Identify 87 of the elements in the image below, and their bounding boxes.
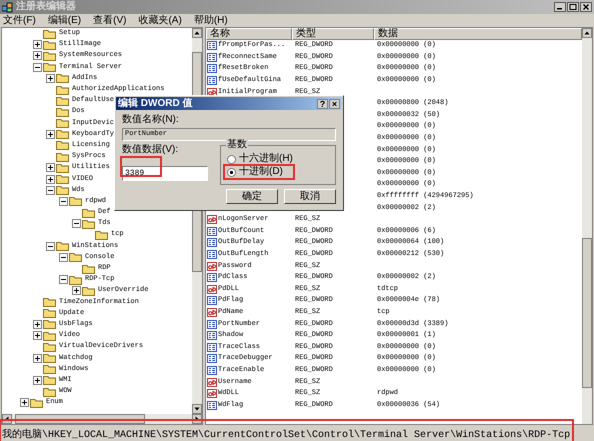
folder-icon	[82, 218, 95, 229]
plus-box-icon[interactable]	[46, 74, 55, 83]
minus-box-icon[interactable]	[72, 219, 81, 228]
scroll-thumb[interactable]	[582, 238, 592, 388]
folder-icon	[69, 274, 82, 285]
folder-icon	[43, 353, 56, 364]
folder-icon	[43, 40, 56, 50]
menu-item[interactable]: 帮助(H)	[194, 16, 228, 26]
column-header[interactable]: 类型	[292, 28, 374, 40]
folder-icon	[69, 196, 82, 206]
folder-icon	[56, 174, 69, 184]
folder-icon	[56, 84, 69, 95]
folder-icon	[82, 208, 95, 218]
highlight-frame	[223, 164, 295, 180]
highlight-frame	[120, 156, 162, 177]
folder-icon	[43, 28, 56, 39]
folder-icon	[43, 62, 56, 72]
folder-icon	[56, 152, 69, 162]
close-button[interactable]: ×	[329, 98, 340, 108]
folder-icon	[43, 50, 56, 61]
scroll-up-icon[interactable]	[582, 28, 592, 38]
status-path: 我的电脑\HKEY_LOCAL_MACHINE\SYSTEM\CurrentControlSet\Control\Terminal Server\WinStations\RDP-Tcp	[2, 430, 570, 441]
plus-box-icon[interactable]	[33, 51, 42, 60]
folder-icon	[95, 230, 108, 240]
vertical-scrollbar[interactable]	[582, 28, 592, 424]
scroll-up-icon[interactable]	[192, 28, 202, 38]
value-data-field[interactable]: 3389	[122, 166, 208, 181]
folder-icon	[43, 375, 56, 386]
folder-icon	[56, 106, 69, 117]
minus-box-icon[interactable]	[46, 242, 55, 251]
registry-cubes-icon	[2, 2, 13, 12]
folder-icon	[43, 364, 56, 374]
minus-box-icon[interactable]	[46, 186, 55, 195]
radio-label[interactable]: 十进制(D)	[239, 167, 283, 177]
folder-icon	[56, 140, 69, 150]
radio-button[interactable]	[227, 168, 236, 176]
maximize-icon[interactable]	[567, 2, 579, 12]
plus-box-icon[interactable]	[46, 163, 55, 172]
folder-icon	[56, 73, 69, 84]
folder-icon	[43, 297, 56, 308]
minus-box-icon[interactable]	[59, 252, 68, 262]
minus-box-icon[interactable]	[59, 275, 68, 284]
plus-box-icon[interactable]	[33, 354, 42, 363]
folder-icon	[56, 129, 69, 140]
folder-icon	[43, 319, 56, 330]
plus-box-icon[interactable]	[72, 286, 81, 296]
value-name-label: 数值名称(N):	[122, 115, 180, 125]
close-icon[interactable]	[580, 2, 592, 12]
minus-box-icon[interactable]	[33, 62, 42, 72]
column-header[interactable]: 名称	[206, 28, 292, 40]
dialog-button[interactable]: 确定	[226, 189, 278, 204]
folder-icon	[56, 185, 69, 196]
plus-box-icon[interactable]	[46, 174, 55, 184]
plus-box-icon[interactable]	[33, 376, 42, 385]
folder-icon	[56, 162, 69, 173]
plus-box-icon[interactable]	[33, 40, 42, 50]
column-header[interactable]: 数据	[374, 28, 582, 40]
dialog-title: 编辑 DWORD 值	[118, 98, 192, 108]
menu-item[interactable]: 文件(F)	[3, 16, 36, 26]
menu-item[interactable]: 收藏夹(A)	[138, 16, 182, 26]
window-title: 注册表编辑器	[16, 2, 76, 12]
folder-icon	[43, 342, 56, 352]
scroll-down-icon[interactable]	[192, 404, 202, 414]
folder-icon	[43, 386, 56, 397]
folder-icon	[43, 308, 56, 318]
help-button[interactable]: ?	[317, 98, 328, 108]
plus-box-icon[interactable]	[46, 130, 55, 139]
folder-icon	[56, 241, 69, 252]
folder-icon	[43, 330, 56, 341]
folder-icon	[69, 252, 82, 262]
folder-icon	[56, 118, 69, 128]
folder-icon	[56, 96, 69, 106]
radio-label[interactable]: 十六进制(H)	[239, 154, 293, 164]
minimize-icon[interactable]	[554, 2, 566, 12]
menu-item[interactable]: 编辑(E)	[48, 16, 82, 26]
plus-box-icon[interactable]	[20, 398, 29, 408]
plus-box-icon[interactable]	[33, 331, 42, 340]
radio-button[interactable]	[227, 154, 236, 164]
dialog-button[interactable]: 取消	[284, 189, 336, 204]
minus-box-icon[interactable]	[59, 196, 68, 206]
plus-box-icon[interactable]	[33, 320, 42, 329]
folder-icon	[30, 398, 43, 408]
menu-item[interactable]: 查看(V)	[93, 16, 126, 26]
folder-icon	[82, 264, 95, 274]
base-group-label: 基数	[226, 140, 248, 150]
folder-icon	[82, 286, 95, 296]
value-data-label: 数值数据(V):	[122, 145, 180, 155]
